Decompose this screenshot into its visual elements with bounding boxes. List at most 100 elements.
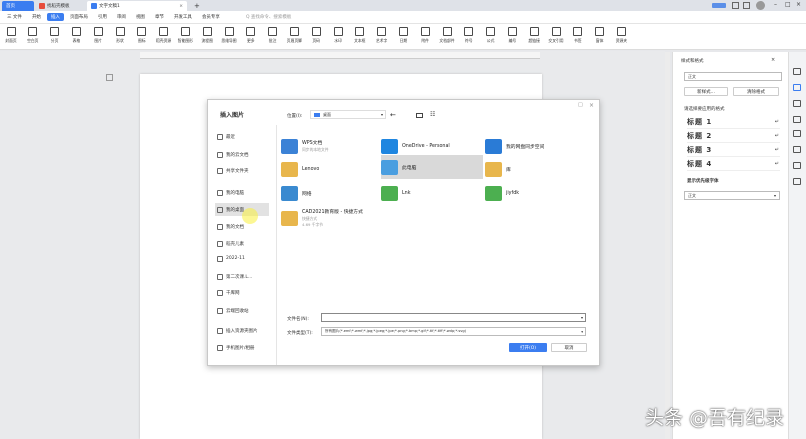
grid-icon[interactable] — [743, 2, 750, 9]
tools-icon[interactable] — [793, 130, 801, 137]
toolbar-button-16[interactable]: 文本框 — [352, 27, 368, 44]
toolbar-button-26[interactable]: 书签 — [570, 27, 586, 44]
tab-document[interactable]: 文字文稿1 × — [87, 1, 187, 11]
share-icon[interactable] — [793, 162, 801, 169]
sidebar-item-12[interactable]: 手机图片/相册 — [215, 341, 269, 354]
pen-icon[interactable] — [793, 84, 801, 91]
open-button[interactable]: 打开(O) — [509, 343, 547, 352]
sidebar-item-6[interactable]: 稻壳儿素 — [215, 237, 269, 250]
toolbar-button-1[interactable]: 空白页 — [25, 27, 41, 44]
file-item[interactable]: 库 — [485, 157, 581, 181]
toolbar-button-18[interactable]: 日期 — [395, 27, 411, 44]
close-tab-icon[interactable]: × — [179, 4, 183, 9]
menu-item-2[interactable]: 插入 — [46, 13, 64, 21]
sidebar-item-8[interactable]: 第二次课.L... — [215, 270, 269, 283]
file-item[interactable]: 网络 — [281, 181, 377, 205]
toolbar-button-17[interactable]: 艺术字 — [374, 27, 390, 44]
cancel-button[interactable]: 取消 — [551, 343, 587, 352]
toolbar-button-8[interactable]: 智能图形 — [177, 27, 193, 44]
style-item[interactable]: 标题 3 ↵ — [687, 144, 780, 157]
toolbar-button-20[interactable]: 文档部件 — [439, 27, 455, 44]
close-dialog-icon[interactable]: × — [589, 102, 594, 109]
style-item[interactable]: 标题 2 ↵ — [687, 130, 780, 143]
file-item[interactable]: 我的网盘同步空间 — [485, 134, 581, 158]
sidebar-item-7[interactable]: 2022-11 — [215, 252, 269, 265]
menu-item-9[interactable]: 会员专享 — [198, 13, 224, 21]
view-mode-icon[interactable]: ☷ — [430, 111, 435, 118]
sidebar-item-2[interactable]: 共享文件夹 — [215, 164, 269, 177]
new-tab-button[interactable]: + — [190, 1, 200, 11]
toolbar-button-3[interactable]: 表格 — [68, 27, 84, 44]
style-icon[interactable] — [793, 68, 801, 75]
badge[interactable] — [712, 3, 726, 8]
file-item[interactable]: 此电脑 — [381, 155, 483, 179]
sidebar-item-1[interactable]: 我的云文档 — [215, 148, 269, 161]
minimize-icon[interactable]: – — [774, 1, 777, 8]
tab-template[interactable]: 找稻壳模板 — [35, 1, 85, 11]
clear-format-button[interactable]: 清除格式 — [733, 87, 779, 96]
sidebar-item-11[interactable]: 插入资源夹图片 — [215, 324, 269, 337]
toolbar-button-12[interactable]: 批注 — [265, 27, 281, 44]
menu-item-1[interactable]: 开始 — [28, 13, 45, 21]
toolbar-button-7[interactable]: 稻壳资源 — [156, 27, 172, 44]
window-icon[interactable] — [732, 2, 739, 9]
file-item[interactable]: Lnk — [381, 181, 477, 205]
shape-icon[interactable] — [793, 116, 801, 123]
toolbar-button-0[interactable]: 封面页 — [3, 27, 19, 44]
panel-close-icon[interactable]: × — [771, 57, 775, 63]
toolbar-button-24[interactable]: 超链接 — [526, 27, 542, 44]
toolbar-button-9[interactable]: 流程图 — [199, 27, 215, 44]
toolbar-button-15[interactable]: 水印 — [330, 27, 346, 44]
toolbar-button-22[interactable]: 公式 — [483, 27, 499, 44]
location-select[interactable]: 桌面 ▾ — [310, 110, 386, 119]
page-icon[interactable] — [106, 74, 113, 81]
cursor-icon[interactable] — [793, 100, 801, 107]
toolbar-button-6[interactable]: 图标 — [134, 27, 150, 44]
more-icon[interactable] — [793, 178, 801, 185]
menu-item-10[interactable]: Q 查找命令、搜索模板 — [242, 13, 295, 21]
settings-icon[interactable] — [793, 146, 801, 153]
sidebar-item-5[interactable]: 我的文档 — [215, 220, 269, 233]
new-style-button[interactable]: 新样式... — [684, 87, 728, 96]
toolbar-button-25[interactable]: 交叉引用 — [548, 27, 564, 44]
file-item[interactable]: CAD2021教育版 - 快捷方式 快捷方式 4.69 千字节 — [281, 206, 377, 230]
file-item[interactable]: jiyfdk — [485, 181, 581, 205]
toolbar-button-21[interactable]: 符号 — [461, 27, 477, 44]
file-item[interactable]: Lenovo — [281, 157, 377, 181]
toolbar-button-28[interactable]: 资源夹 — [613, 27, 629, 44]
back-icon[interactable]: ← — [390, 111, 396, 119]
sidebar-item-10[interactable]: 云端回收站 — [215, 304, 269, 317]
toolbar-button-23[interactable]: 编号 — [504, 27, 520, 44]
vertical-scrollbar[interactable] — [665, 52, 670, 439]
toolbar-button-27[interactable]: 窗体 — [592, 27, 608, 44]
show-select[interactable]: 正文 ▾ — [684, 191, 780, 200]
menu-item-4[interactable]: 引用 — [94, 13, 111, 21]
filename-input[interactable]: ▾ — [321, 313, 586, 322]
toolbar-button-4[interactable]: 图片 — [90, 27, 106, 44]
current-style-field[interactable]: 正文 — [684, 72, 782, 81]
style-item[interactable]: 标题 1 ↵ — [687, 116, 780, 129]
new-folder-icon[interactable] — [416, 113, 423, 118]
style-item[interactable]: 标题 4 ↵ — [687, 158, 780, 171]
close-window-icon[interactable]: × — [796, 1, 801, 8]
sidebar-item-0[interactable]: 最近 — [215, 130, 269, 143]
maximize-icon[interactable]: □ — [785, 1, 791, 8]
maximize-dialog-icon[interactable]: □ — [578, 102, 583, 108]
menu-item-7[interactable]: 章节 — [151, 13, 168, 21]
file-item[interactable]: WPS文档 同步的本地文件 — [281, 134, 377, 158]
menu-item-6[interactable]: 视图 — [132, 13, 149, 21]
toolbar-button-2[interactable]: 分页 — [47, 27, 63, 44]
toolbar-button-19[interactable]: 附件 — [417, 27, 433, 44]
toolbar-button-14[interactable]: 页码 — [308, 27, 324, 44]
menu-item-3[interactable]: 页面布局 — [66, 13, 92, 21]
menu-item-0[interactable]: 三 文件 — [3, 13, 26, 21]
toolbar-button-11[interactable]: 更多 — [243, 27, 259, 44]
sidebar-item-3[interactable]: 我的电脑 — [215, 186, 269, 199]
sidebar-item-9[interactable]: 千库网 — [215, 286, 269, 299]
avatar[interactable] — [756, 1, 765, 10]
menu-item-8[interactable]: 开发工具 — [170, 13, 196, 21]
tab-home[interactable]: 首页 — [2, 1, 34, 11]
toolbar-button-13[interactable]: 页眉页脚 — [286, 27, 302, 44]
menu-item-5[interactable]: 审阅 — [113, 13, 130, 21]
toolbar-button-10[interactable]: 思维导图 — [221, 27, 237, 44]
